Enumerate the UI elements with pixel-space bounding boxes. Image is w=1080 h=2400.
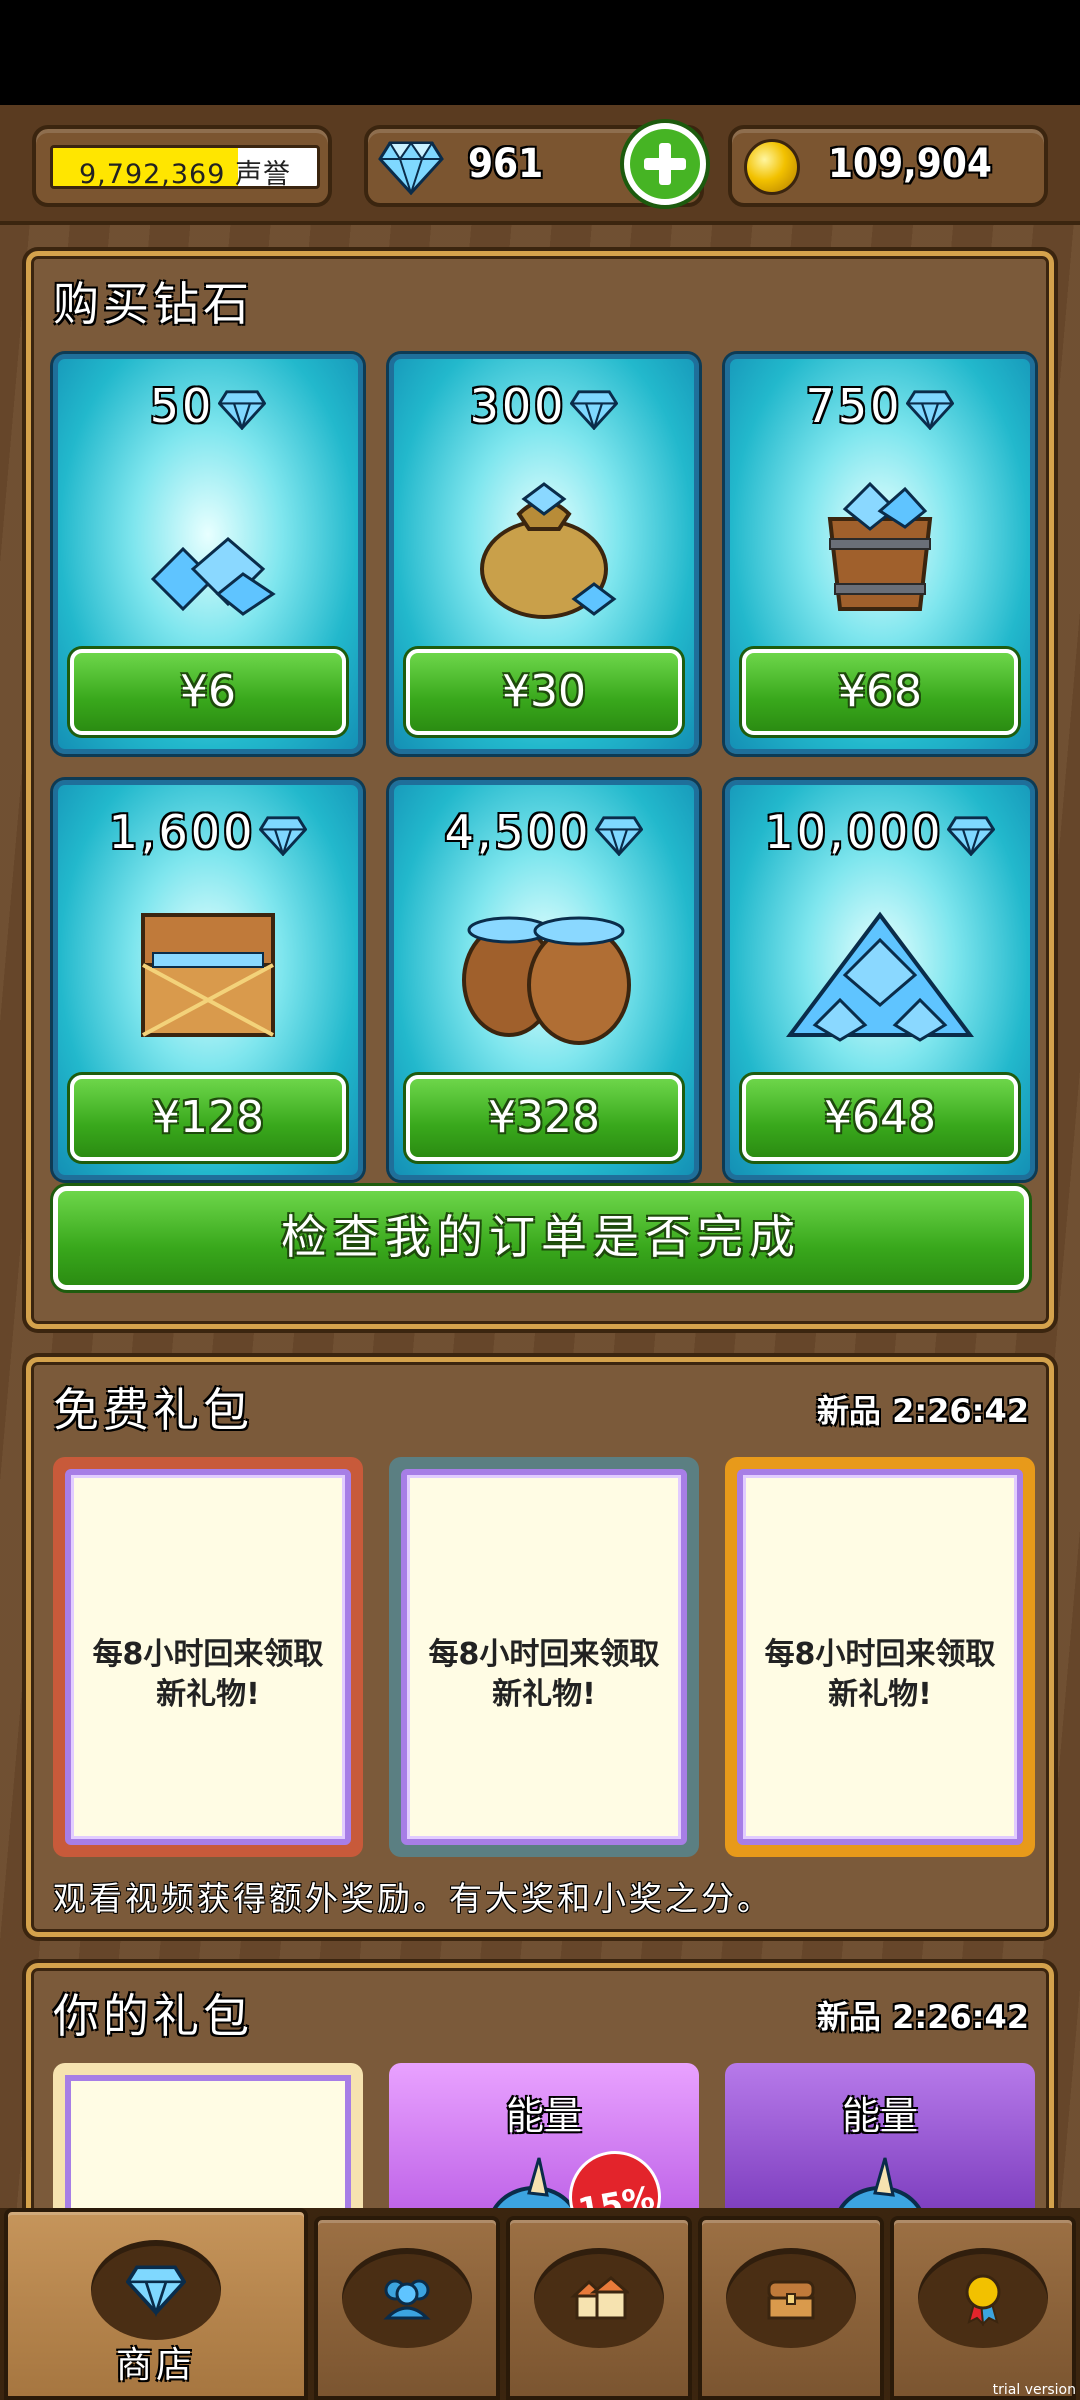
- tab-shop-label: 商店: [115, 2345, 196, 2386]
- treasure-chest-icon: [141, 913, 275, 1037]
- trial-watermark: trial version: [992, 2382, 1076, 2398]
- diamond-offer-10000[interactable]: 10,000 ¥648: [725, 780, 1035, 1180]
- diamond-bucket-icon: [827, 481, 933, 611]
- tab-chest[interactable]: [698, 2216, 884, 2400]
- group-icon: [383, 2279, 431, 2320]
- diamond-icon: [570, 389, 619, 430]
- diamond-icon: [947, 815, 996, 856]
- price-button[interactable]: ¥68: [742, 649, 1018, 735]
- diamond-icon: [126, 2265, 186, 2318]
- diamond-pile-small-icon: [150, 537, 276, 616]
- price-button[interactable]: ¥328: [406, 1075, 682, 1161]
- diamond-offer-750[interactable]: 750 ¥68: [725, 354, 1035, 754]
- medal-icon: [965, 2274, 1001, 2327]
- bottom-nav: 商店 trial version: [0, 2208, 1080, 2400]
- reputation-pill: 9,792,369 声誉: [32, 125, 332, 207]
- free-gifts-panel: 免费礼包 新品 2:26:42 每8小时回来领取新礼物! 每8小时回来领取新礼物…: [26, 1357, 1054, 1937]
- free-gifts-timer: 新品 2:26:42: [816, 1392, 1029, 1430]
- diamond-mountain-icon: [786, 911, 974, 1042]
- offer-amount: 750: [805, 379, 903, 433]
- status-bar: [0, 0, 1080, 105]
- diamond-barrels-icon: [462, 916, 631, 1045]
- game-screen: 9,792,369 声誉 961 109,904 购买钻石 50 ¥6 300 …: [0, 105, 1080, 2400]
- reputation-bar: 9,792,369 声誉: [50, 145, 320, 189]
- offer-amount: 300: [469, 379, 567, 433]
- diamond-icon: [218, 389, 267, 430]
- diamond-icon: [378, 141, 444, 195]
- tab-shop[interactable]: 商店: [4, 2208, 308, 2400]
- diamond-offer-4500[interactable]: 4,500 ¥328: [389, 780, 699, 1180]
- price-button[interactable]: ¥30: [406, 649, 682, 735]
- gold-count: 109,904: [828, 141, 992, 187]
- diamond-count: 961: [468, 141, 544, 187]
- tab-town[interactable]: [506, 2216, 692, 2400]
- free-gift-text: 每8小时回来领取新礼物!: [92, 1637, 324, 1712]
- your-gifts-title: 你的礼包: [53, 1989, 253, 2043]
- free-gifts-note: 观看视频获得额外奖励。有大奖和小奖之分。: [53, 1879, 773, 1918]
- diamond-offer-300[interactable]: 300 ¥30: [389, 354, 699, 754]
- tab-achievements[interactable]: [890, 2216, 1076, 2400]
- energy-label: 能量: [505, 2094, 582, 2138]
- free-gift-card[interactable]: 每8小时回来领取新礼物!: [389, 1457, 699, 1857]
- gold-coin-icon: [744, 139, 800, 195]
- chest-icon: [767, 2280, 815, 2320]
- free-gift-card[interactable]: 每8小时回来领取新礼物!: [725, 1457, 1035, 1857]
- diamond-sack-icon: [480, 482, 617, 619]
- gold-pill[interactable]: 109,904: [728, 125, 1048, 207]
- buy-diamonds-panel: 购买钻石 50 ¥6 300 ¥30 750 ¥68 1,600 ¥128 4,…: [26, 251, 1054, 1329]
- offer-amount: 50: [149, 379, 215, 433]
- free-gift-text: 每8小时回来领取新礼物!: [764, 1637, 996, 1712]
- currency-bar: 9,792,369 声誉 961 109,904: [0, 105, 1080, 225]
- price-button[interactable]: ¥6: [70, 649, 346, 735]
- offer-amount: 10,000: [764, 805, 944, 859]
- plus-icon: [630, 129, 700, 199]
- price-button[interactable]: ¥128: [70, 1075, 346, 1161]
- add-diamonds-button[interactable]: [620, 119, 710, 209]
- energy-label: 能量: [841, 2094, 918, 2138]
- diamond-icon: [906, 389, 955, 430]
- price-button[interactable]: ¥648: [742, 1075, 1018, 1161]
- reputation-value: 9,792,369 声誉: [79, 159, 291, 189]
- free-gifts-title: 免费礼包: [53, 1383, 253, 1437]
- free-gift-text: 每8小时回来领取新礼物!: [428, 1637, 660, 1712]
- diamond-icon: [595, 815, 644, 856]
- diamond-offer-50[interactable]: 50 ¥6: [53, 354, 363, 754]
- offer-amount: 1,600: [108, 805, 256, 859]
- tab-social[interactable]: [314, 2216, 500, 2400]
- check-order-button[interactable]: 检查我的订单是否完成: [53, 1186, 1029, 1290]
- houses-icon: [570, 2276, 629, 2320]
- diamond-offer-1600[interactable]: 1,600 ¥128: [53, 780, 363, 1180]
- diamond-icon: [259, 815, 308, 856]
- your-gifts-timer: 新品 2:26:42: [816, 1998, 1029, 2036]
- buy-diamonds-title: 购买钻石: [53, 277, 253, 331]
- offer-amount: 4,500: [444, 805, 592, 859]
- free-gift-card[interactable]: 每8小时回来领取新礼物!: [53, 1457, 363, 1857]
